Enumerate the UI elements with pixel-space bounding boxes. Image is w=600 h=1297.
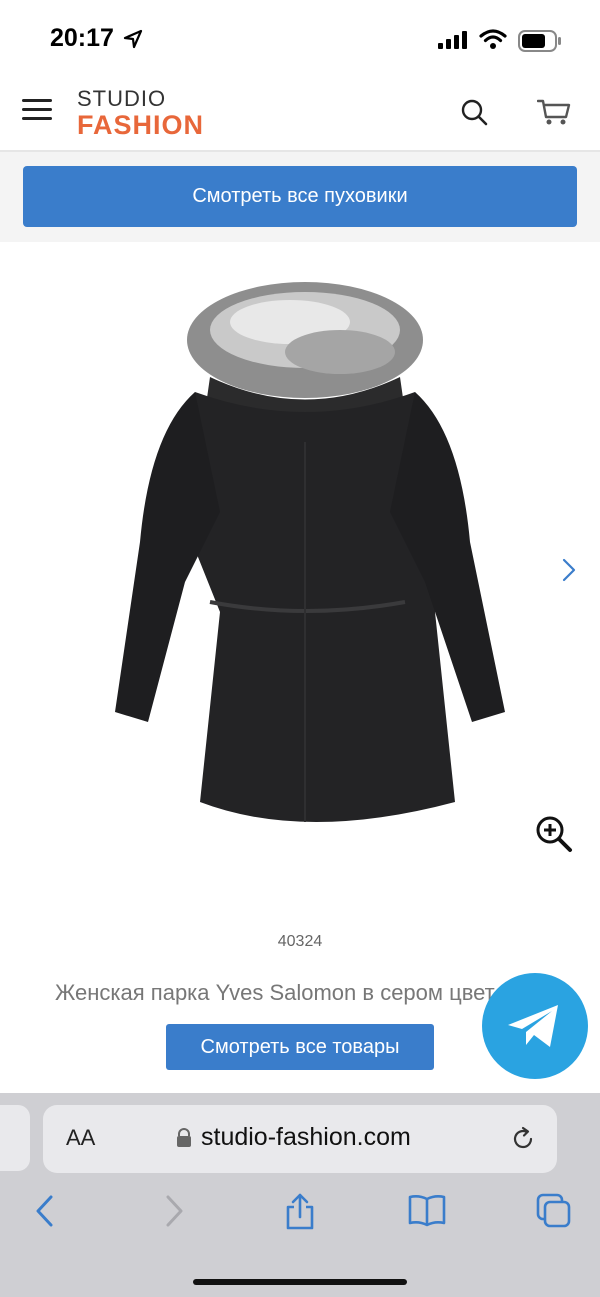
view-all-jackets-button[interactable]: Смотреть все пуховики	[23, 166, 577, 227]
address-bar[interactable]: AA studio-fashion.com	[43, 1105, 557, 1173]
logo-fashion-text: FASHION	[77, 110, 205, 140]
status-time: 20:17	[50, 24, 114, 52]
menu-icon[interactable]	[22, 97, 54, 123]
home-indicator	[193, 1279, 407, 1285]
url-text: studio-fashion.com	[201, 1123, 411, 1151]
reload-icon[interactable]	[510, 1126, 536, 1152]
telegram-button[interactable]	[482, 973, 588, 1079]
search-icon[interactable]	[460, 98, 488, 126]
product-photo	[115, 282, 505, 822]
site-header: STUDIO FASHION	[0, 80, 600, 152]
cart-icon[interactable]	[537, 98, 571, 126]
forward-icon[interactable]	[162, 1193, 186, 1229]
product-sku: 40324	[277, 933, 323, 950]
location-arrow-icon	[123, 29, 143, 49]
browser-nav	[0, 1193, 600, 1233]
zoom-in-icon[interactable]	[535, 815, 573, 853]
lock-icon	[177, 1128, 191, 1147]
battery-icon	[518, 30, 561, 52]
tabs-icon[interactable]	[536, 1193, 572, 1229]
cellular-signal-icon	[438, 31, 467, 49]
wifi-icon	[479, 29, 507, 49]
previous-tab-preview[interactable]	[0, 1105, 30, 1171]
telegram-icon	[508, 1005, 558, 1047]
cta-band: Смотреть все пуховики	[0, 152, 600, 242]
status-bar: 20:17	[0, 0, 600, 80]
bookmarks-icon[interactable]	[408, 1193, 446, 1227]
logo-studio-text: STUDIO	[77, 86, 167, 111]
back-icon[interactable]	[33, 1193, 57, 1229]
chevron-right-icon[interactable]	[560, 558, 578, 582]
reader-settings-button[interactable]: AA	[66, 1125, 95, 1151]
product-gallery[interactable]	[0, 242, 600, 922]
browser-toolbar: AA studio-fashion.com	[0, 1093, 600, 1297]
view-all-goods-button[interactable]: Смотреть все товары	[166, 1024, 434, 1070]
site-logo[interactable]: STUDIO FASHION	[77, 88, 204, 139]
share-icon[interactable]	[284, 1193, 316, 1231]
